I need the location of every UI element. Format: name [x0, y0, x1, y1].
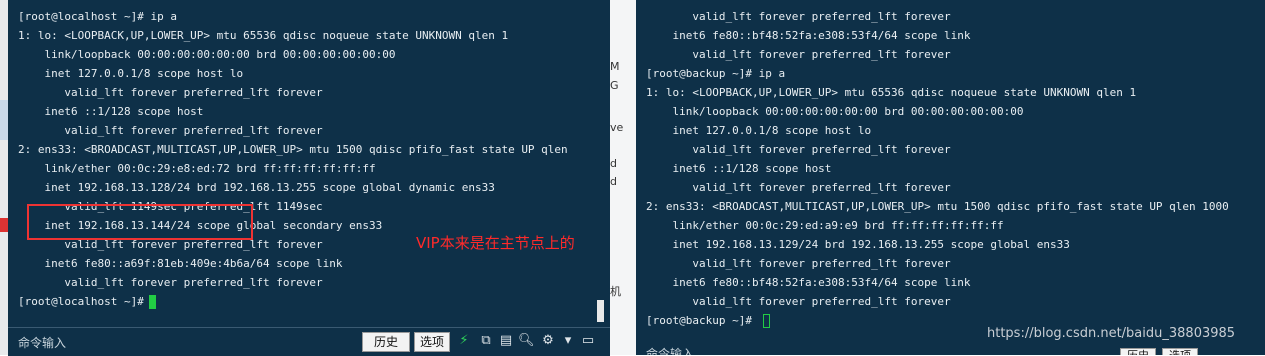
- history-button[interactable]: 历史: [362, 332, 410, 352]
- terminal-line: valid_lft forever preferred_lft forever: [646, 295, 951, 308]
- background-text-fragment: ve: [610, 121, 624, 134]
- terminal-prompt: [root@backup ~]#: [646, 314, 759, 327]
- terminal-line: inet6 ::1/128 scope host: [18, 105, 204, 118]
- terminal-line: inet 192.168.13.128/24 brd 192.168.13.25…: [18, 181, 495, 194]
- chevron-down-icon[interactable]: ▾: [560, 332, 576, 350]
- command-input-bar[interactable]: 命令输入 历史 选项: [636, 342, 1265, 355]
- terminal-line: valid_lft forever preferred_lft forever: [18, 276, 323, 289]
- command-input-label[interactable]: 命令输入: [646, 345, 694, 355]
- search-icon[interactable]: 🔍︎: [518, 332, 535, 350]
- terminal-line: valid_lft forever preferred_lft forever: [646, 257, 951, 270]
- terminal-line: inet6 fe80::bf48:52fa:e308:53f4/64 scope…: [646, 29, 971, 42]
- scrollbar-thumb[interactable]: [597, 300, 604, 322]
- terminal-line: inet 127.0.0.1/8 scope host lo: [646, 124, 872, 137]
- terminal-line: link/ether 00:0c:29:ed:a9:e9 brd ff:ff:f…: [646, 219, 1004, 232]
- background-text-fragment: d: [610, 175, 617, 188]
- terminal-line: 1: lo: <LOOPBACK,UP,LOWER_UP> mtu 65536 …: [646, 86, 1137, 99]
- background-text-fragment: d: [610, 157, 617, 170]
- terminal-line: inet 127.0.0.1/8 scope host lo: [18, 67, 244, 80]
- background-window-edge: [0, 0, 8, 355]
- terminal-cursor: [763, 314, 770, 328]
- terminal-line: link/ether 00:0c:29:e8:ed:72 brd ff:ff:f…: [18, 162, 376, 175]
- options-button[interactable]: 选项: [414, 332, 450, 352]
- terminal-line: 1: lo: <LOOPBACK,UP,LOWER_UP> mtu 65536 …: [18, 29, 509, 42]
- terminal-line: valid_lft forever preferred_lft forever: [646, 48, 951, 61]
- terminal-line: [root@localhost ~]# ip a: [18, 10, 177, 23]
- background-window-selection: [0, 100, 8, 140]
- background-text-fragment: 机: [610, 285, 621, 298]
- terminal-line: valid_lft forever preferred_lft forever: [18, 86, 323, 99]
- options-button[interactable]: 选项: [1162, 348, 1198, 355]
- terminal-line: 2: ens33: <BROADCAST,MULTICAST,UP,LOWER_…: [18, 143, 568, 156]
- terminal-line: 2: ens33: <BROADCAST,MULTICAST,UP,LOWER_…: [646, 200, 1229, 213]
- annotation-text: VIP本来是在主节点上的: [416, 234, 575, 252]
- background-window-strip: M G ve d d 机: [610, 0, 636, 355]
- terminal-line: inet6 fe80::bf48:52fa:e308:53f4/64 scope…: [646, 276, 971, 289]
- background-text-fragment: G: [610, 79, 619, 92]
- watermark: https://blog.csdn.net/baidu_38803985: [987, 326, 1236, 341]
- lightning-icon[interactable]: ⚡: [456, 332, 472, 350]
- window-icon[interactable]: ▭: [580, 332, 596, 350]
- paste-icon[interactable]: ▤: [498, 332, 514, 350]
- terminal-line: link/loopback 00:00:00:00:00:00 brd 00:0…: [646, 105, 1024, 118]
- left-terminal[interactable]: [root@localhost ~]# ip a 1: lo: <LOOPBAC…: [8, 0, 610, 355]
- terminal-line: link/loopback 00:00:00:00:00:00 brd 00:0…: [18, 48, 396, 61]
- terminal-line: inet6 fe80::a69f:81eb:409e:4b6a/64 scope…: [18, 257, 343, 270]
- command-input-bar[interactable]: 命令输入 历史 选项 ⚡ ⧉ ▤ 🔍︎ ⚙ ▾ ▭: [8, 327, 610, 356]
- terminal-prompt: [root@localhost ~]#: [18, 295, 151, 308]
- right-terminal[interactable]: valid_lft forever preferred_lft forever …: [636, 0, 1265, 355]
- terminal-line: valid_lft forever preferred_lft forever: [646, 10, 951, 23]
- gear-icon[interactable]: ⚙: [540, 332, 556, 350]
- terminal-line: inet 192.168.13.129/24 brd 192.168.13.25…: [646, 238, 1070, 251]
- copy-icon[interactable]: ⧉: [478, 332, 494, 350]
- terminal-cursor: [149, 295, 156, 309]
- background-text-fragment: M: [610, 60, 620, 73]
- terminal-line: inet6 ::1/128 scope host: [646, 162, 832, 175]
- history-button[interactable]: 历史: [1120, 348, 1156, 355]
- command-input-label[interactable]: 命令输入: [18, 334, 66, 351]
- highlight-box: [27, 204, 253, 240]
- terminal-line: valid_lft forever preferred_lft forever: [646, 143, 951, 156]
- background-window-marker: [0, 218, 8, 232]
- terminal-line: valid_lft forever preferred_lft forever: [646, 181, 951, 194]
- terminal-line: valid_lft forever preferred_lft forever: [18, 124, 323, 137]
- terminal-line: [root@backup ~]# ip a: [646, 67, 786, 80]
